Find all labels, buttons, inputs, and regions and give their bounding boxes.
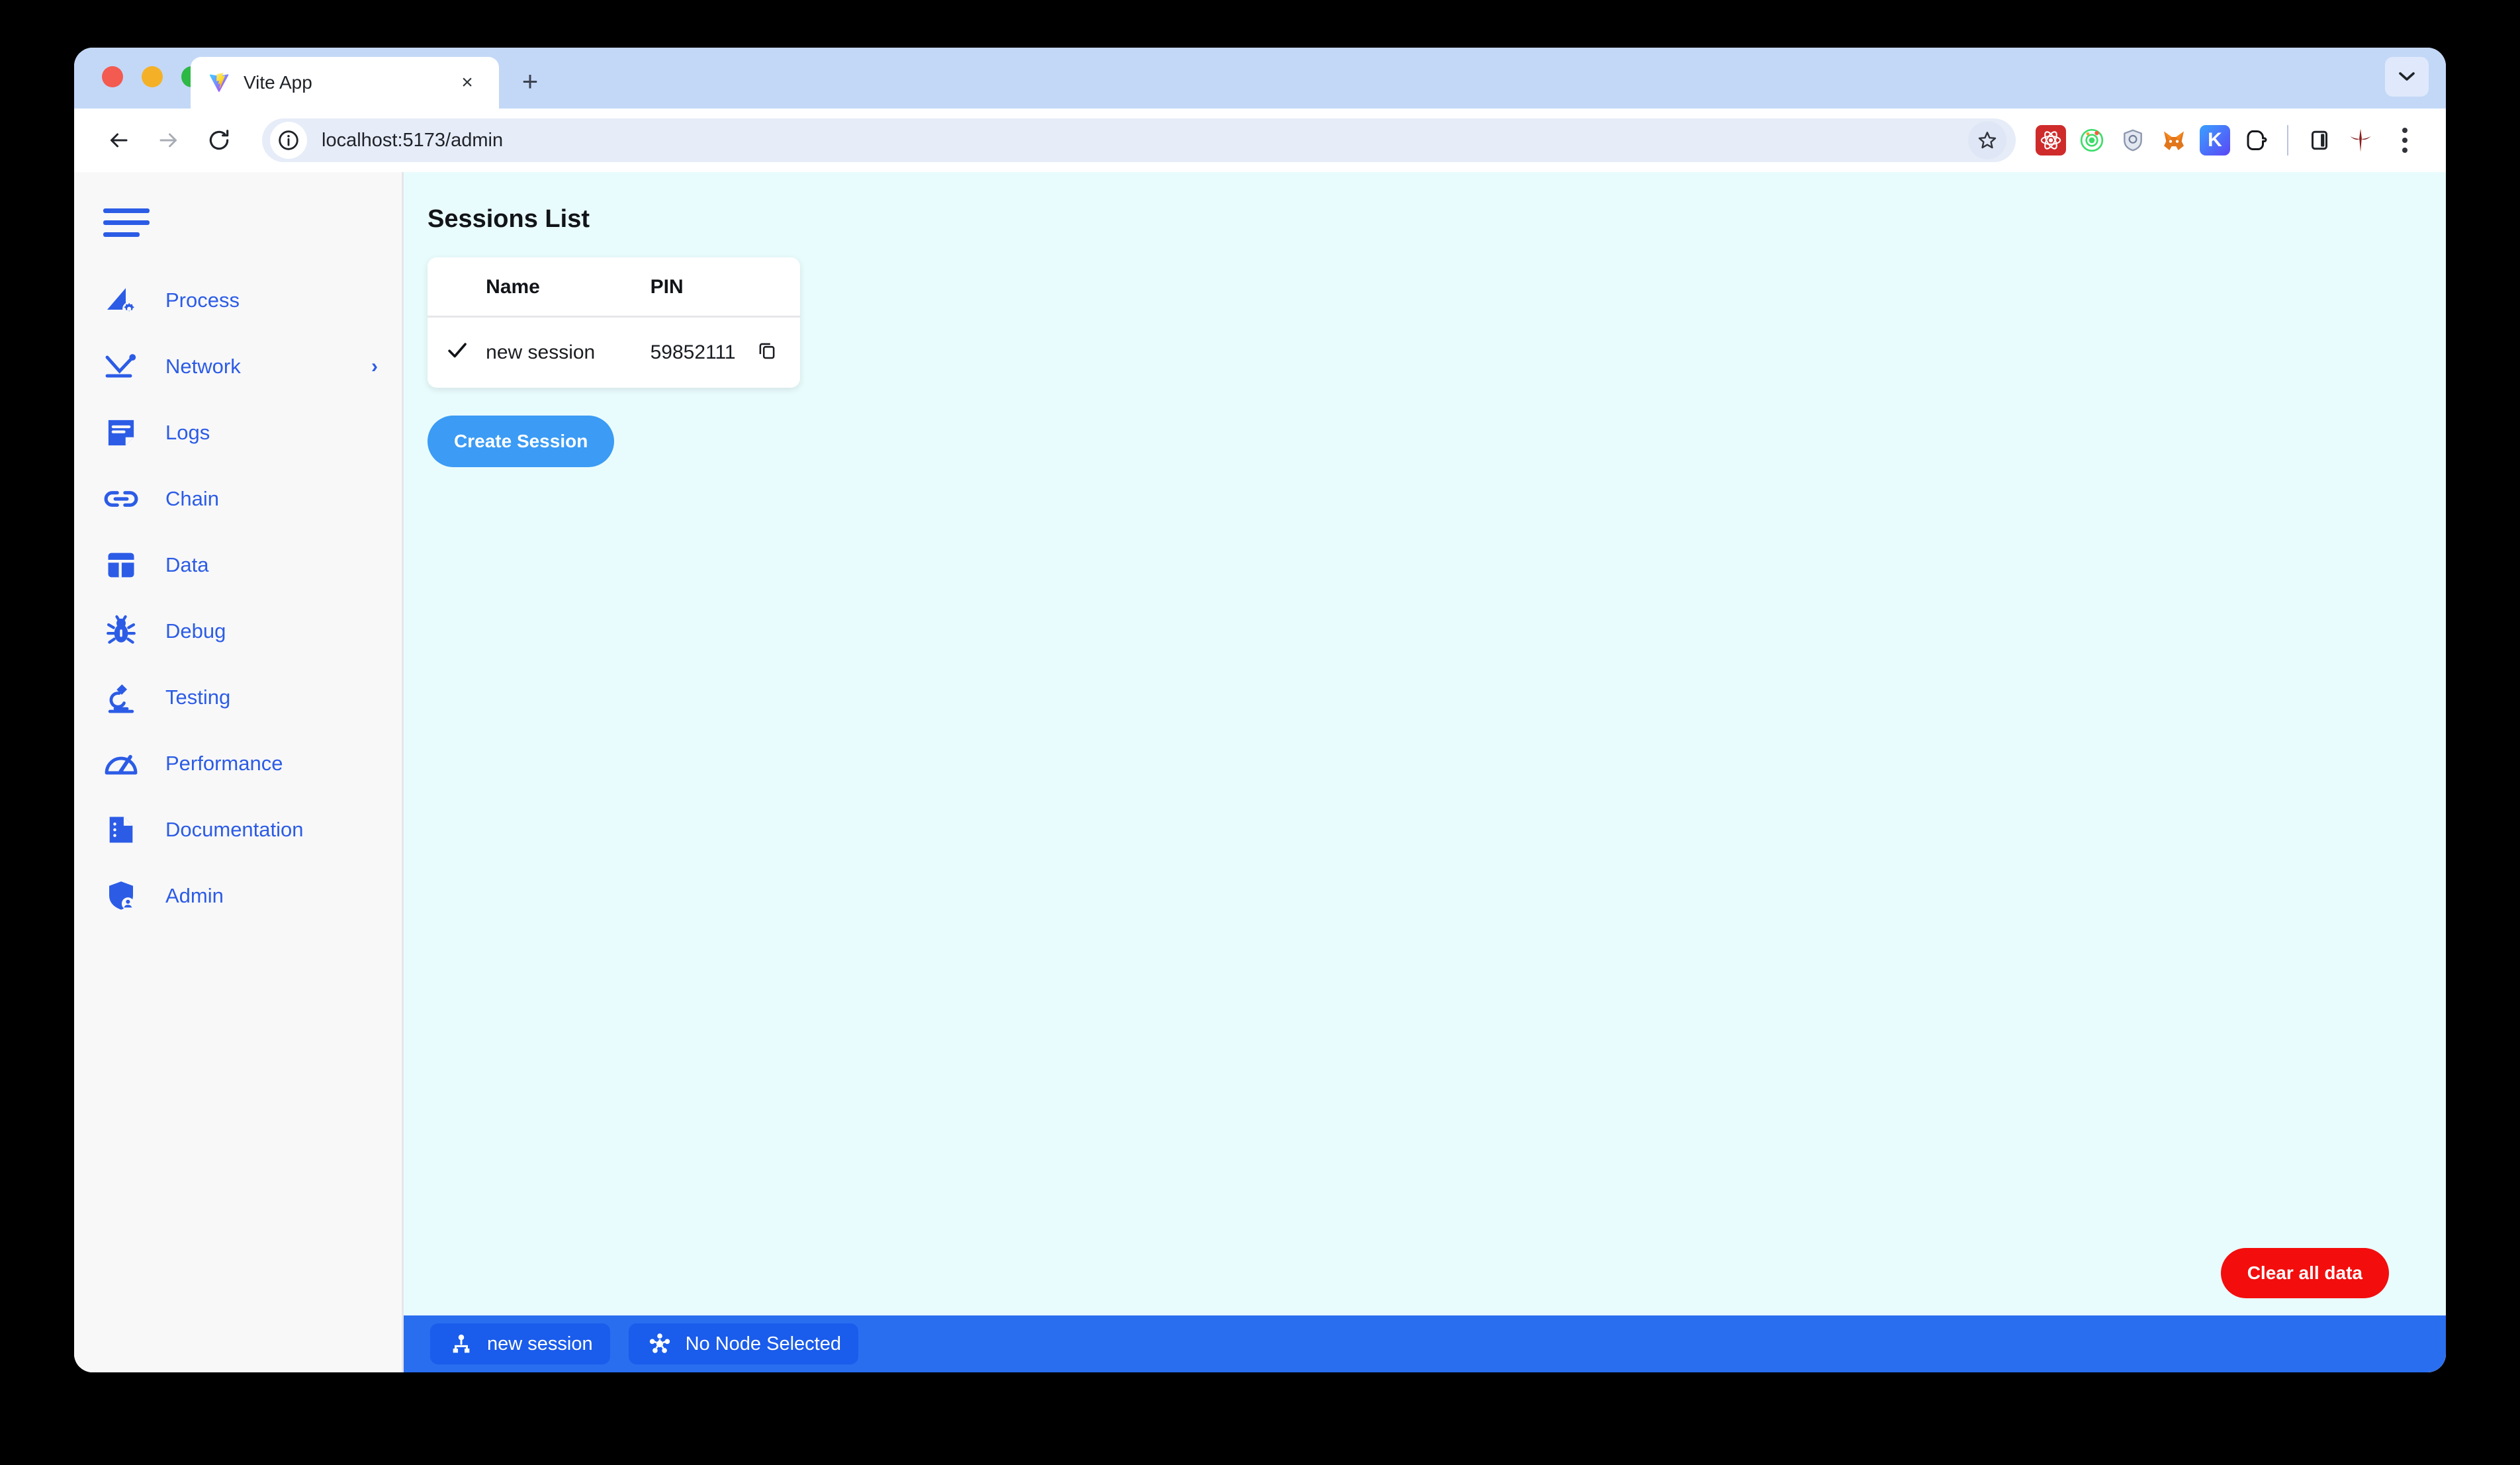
vite-logo-icon — [208, 71, 230, 94]
star-icon[interactable] — [1968, 121, 2006, 159]
clear-all-data-button[interactable]: Clear all data — [2220, 1248, 2389, 1298]
back-button[interactable] — [97, 118, 140, 162]
sidebar-item-label: Process — [165, 289, 240, 312]
app-viewport: Process Network › Logs Chain Data Debug … — [74, 172, 2446, 1372]
sidebar-item-logs[interactable]: Logs — [74, 400, 402, 466]
status-bar: new session No Node Selected — [404, 1315, 2446, 1372]
performance-gauge-icon — [101, 743, 142, 784]
sidebar-item-chain[interactable]: Chain — [74, 466, 402, 532]
copy-icon — [756, 343, 778, 365]
browser-tab-strip: Vite App × + — [74, 48, 2446, 109]
tab-list: Vite App × + — [191, 48, 551, 109]
chain-link-icon — [101, 478, 142, 519]
react-devtools-extension-icon[interactable] — [2036, 125, 2066, 155]
data-grid-icon — [101, 545, 142, 586]
url-text[interactable]: localhost:5173/admin — [322, 130, 503, 152]
sidebar-item-label: Documentation — [165, 818, 304, 841]
process-gear-icon — [101, 280, 142, 321]
menu-dot — [2402, 128, 2408, 133]
metamask-fox-extension-icon[interactable] — [2159, 125, 2189, 155]
sidebar-item-debug[interactable]: Debug — [74, 598, 402, 664]
quake-launcher-extension-icon[interactable] — [2345, 125, 2376, 155]
browser-window: Vite App × + localhost:5173/admin K Proc… — [74, 48, 2446, 1372]
info-circle-icon[interactable] — [270, 122, 307, 159]
network-node-icon — [101, 346, 142, 387]
new-tab-button[interactable]: + — [510, 61, 551, 102]
forward-button[interactable] — [147, 118, 191, 162]
tab-search-button[interactable] — [2385, 57, 2429, 97]
address-bar[interactable]: localhost:5173/admin — [262, 118, 2016, 162]
hamburger-line — [103, 220, 150, 225]
table-header-row: Name PIN — [428, 257, 800, 318]
browser-tab-vite-app[interactable]: Vite App × — [191, 57, 499, 109]
sessions-table-body: new session 59852111 — [428, 317, 800, 388]
menu-dot — [2402, 138, 2408, 143]
sidebar-item-label: Chain — [165, 487, 219, 510]
phantom-wallet-extension-icon[interactable] — [2241, 125, 2271, 155]
extensions-area: K — [2036, 119, 2423, 161]
sidebar-item-documentation[interactable]: Documentation — [74, 797, 402, 863]
sidebar-item-process[interactable]: Process — [74, 267, 402, 333]
shield-privacy-extension-icon[interactable] — [2118, 125, 2148, 155]
menu-dot — [2402, 148, 2408, 153]
sidebar-item-network[interactable]: Network › — [74, 333, 402, 400]
column-header-copy — [756, 257, 800, 318]
status-chip-node-label: No Node Selected — [685, 1333, 841, 1354]
reading-list-panel-icon[interactable] — [2304, 125, 2335, 155]
sidebar-item-testing[interactable]: Testing — [74, 664, 402, 731]
sidebar-item-label: Performance — [165, 752, 283, 775]
hamburger-line — [103, 232, 140, 237]
toolbar-divider — [2287, 125, 2288, 155]
sidebar-item-label: Logs — [165, 421, 210, 444]
row-session-pin: 59852111 — [650, 341, 736, 363]
keplr-wallet-extension-icon[interactable]: K — [2200, 125, 2230, 155]
table-row[interactable]: new session 59852111 — [428, 317, 800, 388]
main-content: Sessions List Name PIN new session 59852… — [404, 172, 2446, 1372]
column-header-select — [428, 257, 486, 318]
sessions-table-header: Name PIN — [428, 257, 800, 318]
hamburger-menu-icon[interactable] — [98, 196, 155, 249]
debug-bug-icon — [101, 611, 142, 652]
app-sidebar: Process Network › Logs Chain Data Debug … — [74, 172, 404, 1372]
chevron-down-icon — [2399, 72, 2415, 81]
node-cluster-icon — [646, 1330, 674, 1358]
sidebar-item-data[interactable]: Data — [74, 532, 402, 598]
orbit-tracker-extension-icon[interactable] — [2077, 125, 2107, 155]
browser-toolbar: localhost:5173/admin K — [74, 109, 2446, 172]
sidebar-item-label: Data — [165, 553, 209, 576]
close-window-button[interactable] — [102, 66, 123, 87]
window-traffic-lights — [102, 66, 202, 87]
sidebar-item-label: Testing — [165, 686, 231, 709]
sidebar-item-label: Network — [165, 355, 241, 378]
sidebar-item-label: Debug — [165, 619, 226, 643]
status-chip-node[interactable]: No Node Selected — [628, 1323, 858, 1364]
check-icon — [445, 343, 470, 367]
hamburger-line — [103, 208, 150, 213]
column-header-name: Name — [486, 257, 651, 318]
documentation-file-icon — [101, 809, 142, 850]
browser-tab-title: Vite App — [244, 72, 312, 93]
sidebar-item-admin[interactable]: Admin — [74, 863, 402, 929]
sidebar-item-performance[interactable]: Performance — [74, 731, 402, 797]
create-session-button[interactable]: Create Session — [428, 416, 615, 467]
chevron-right-icon[interactable]: › — [371, 357, 378, 377]
row-selected-checkmark[interactable] — [428, 317, 486, 388]
logs-document-icon — [101, 412, 142, 453]
copy-pin-button[interactable] — [756, 317, 800, 388]
close-tab-button[interactable]: × — [453, 68, 482, 97]
sidebar-item-label: Admin — [165, 884, 224, 907]
sessions-card: Name PIN new session 59852111 — [428, 257, 800, 388]
status-chip-session-label: new session — [487, 1333, 593, 1354]
sessions-table: Name PIN new session 59852111 — [428, 257, 800, 388]
status-chip-session[interactable]: new session — [430, 1323, 610, 1364]
column-header-pin: PIN — [650, 257, 756, 318]
testing-microscope-icon — [101, 677, 142, 718]
admin-shield-user-icon — [101, 875, 142, 916]
session-node-tree-icon — [447, 1330, 475, 1358]
row-session-name: new session — [486, 341, 596, 363]
reload-button[interactable] — [197, 118, 241, 162]
minimize-window-button[interactable] — [142, 66, 163, 87]
three-dots-vertical-icon[interactable] — [2386, 119, 2423, 161]
page-title: Sessions List — [428, 205, 590, 233]
